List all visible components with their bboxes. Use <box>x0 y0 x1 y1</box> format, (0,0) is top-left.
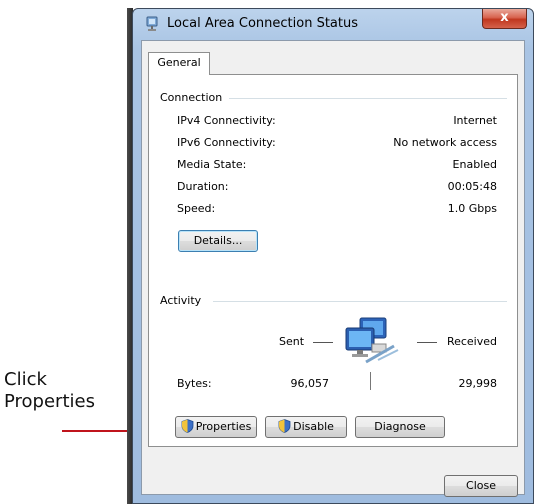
media-state-label: Media State: <box>177 158 247 171</box>
details-button[interactable]: Details... <box>178 230 258 252</box>
sent-line <box>313 342 333 343</box>
connection-divider <box>229 98 507 99</box>
activity-heading: Activity <box>160 294 208 307</box>
bytes-label: Bytes: <box>177 377 212 390</box>
status-dialog: Local Area Connection Status x General C… <box>132 8 534 504</box>
annotation-text-properties: Properties <box>4 391 95 412</box>
sent-label: Sent <box>279 335 305 348</box>
uac-shield-icon <box>278 419 291 433</box>
properties-button[interactable]: Properties <box>175 416 257 438</box>
speed-label: Speed: <box>177 202 216 215</box>
received-label: Received <box>446 335 497 348</box>
window-close-button[interactable]: x <box>482 9 527 29</box>
connection-heading: Connection <box>160 91 229 104</box>
ipv6-value: No network access <box>393 136 497 149</box>
network-connection-icon <box>146 16 158 31</box>
received-line <box>417 342 437 343</box>
window-title: Local Area Connection Status <box>167 16 358 31</box>
disable-button-label: Disable <box>293 420 334 433</box>
bytes-received-value: 29,998 <box>458 377 498 390</box>
general-tab-panel: Connection IPv4 Connectivity: Internet I… <box>148 74 518 447</box>
network-computers-icon <box>345 317 399 364</box>
properties-button-label: Properties <box>195 420 252 433</box>
ipv4-label: IPv4 Connectivity: <box>177 114 276 127</box>
diagnose-button[interactable]: Diagnose <box>355 416 445 438</box>
close-button[interactable]: Close <box>444 475 518 497</box>
uac-shield-icon <box>181 419 194 433</box>
bytes-separator <box>370 372 371 390</box>
title-bar[interactable]: Local Area Connection Status x <box>133 9 533 39</box>
annotation-text-click: Click <box>4 369 47 390</box>
media-state-value: Enabled <box>452 158 497 171</box>
bytes-sent-value: 96,057 <box>290 377 330 390</box>
dialog-client-area: General Connection IPv4 Connectivity: In… <box>141 40 525 497</box>
disable-button[interactable]: Disable <box>265 416 347 438</box>
activity-divider <box>213 301 507 302</box>
duration-value: 00:05:48 <box>447 180 497 193</box>
duration-label: Duration: <box>177 180 229 193</box>
speed-value: 1.0 Gbps <box>447 202 497 215</box>
tab-general[interactable]: General <box>148 52 210 75</box>
ipv4-value: Internet <box>453 114 497 127</box>
ipv6-label: IPv6 Connectivity: <box>177 136 276 149</box>
